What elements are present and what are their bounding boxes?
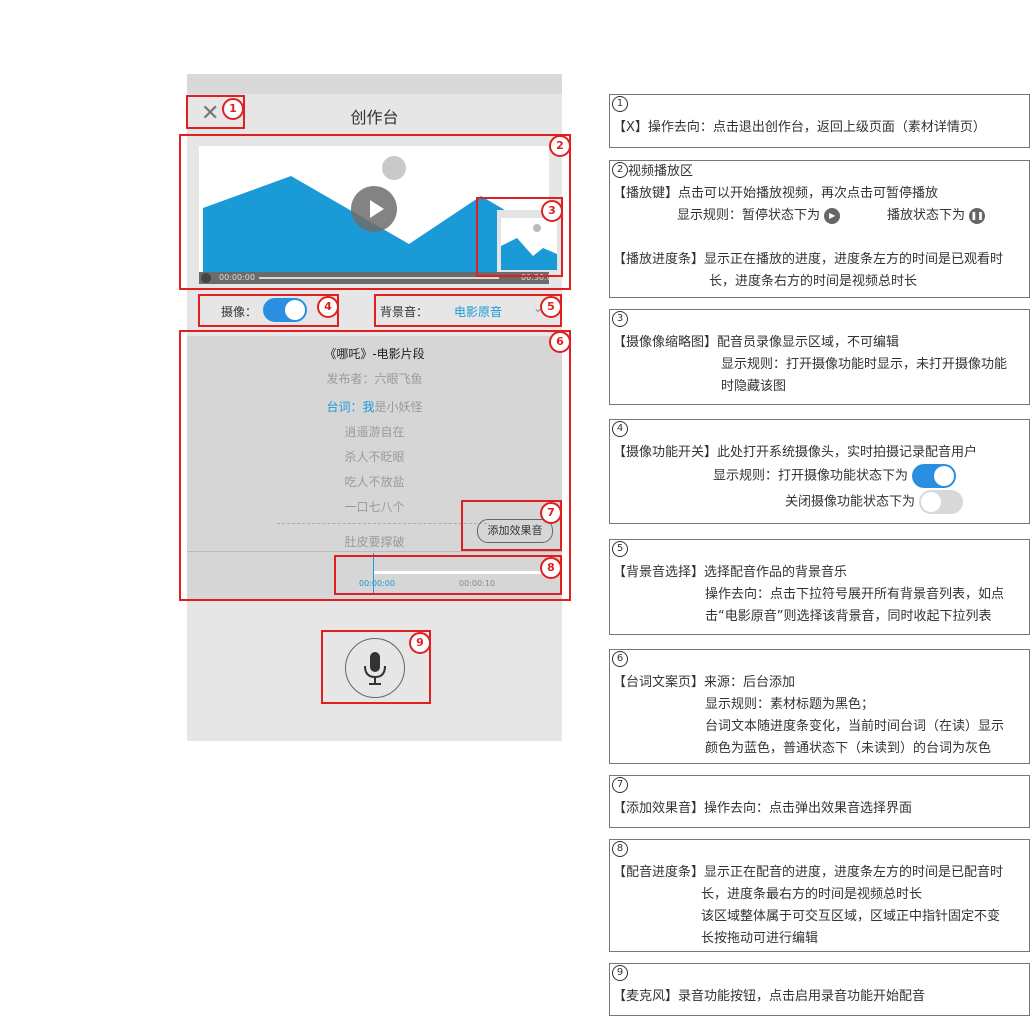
note-line: 播放状态下为 ❚❚ <box>887 207 986 224</box>
note-line: 【台词文案页】来源：后台添加 <box>613 675 796 690</box>
note-line: 【X】操作去向：点击退出创作台，返回上级页面（素材详情页） <box>613 120 986 135</box>
annotation-badge-7: 7 <box>540 502 562 524</box>
note-line: 【播放键】点击可以开始播放视频，再次点击可暂停播放 <box>613 186 939 201</box>
note-line: 显示规则：打开摄像功能时显示，未打开摄像功能 <box>721 357 1008 372</box>
note-line: 长按拖动可进行编辑 <box>701 931 819 946</box>
annotation-badge-8: 8 <box>540 557 562 579</box>
note-line: 操作去向：点击下拉符号展开所有背景音列表，如点 <box>705 587 1005 602</box>
annotation-badge-4: 4 <box>317 296 339 318</box>
note-line: 【摄像功能开关】此处打开系统摄像头，实时拍摄记录配音用户 <box>613 445 978 460</box>
note-line: 长，进度条最右方的时间是视频总时长 <box>701 887 923 902</box>
note-line: 【添加效果音】操作去向：点击弹出效果音选择界面 <box>613 801 913 816</box>
note-line: 时隐藏该图 <box>721 379 787 394</box>
annotation-badge-5: 5 <box>540 296 562 318</box>
note-1: 1 【X】操作去向：点击退出创作台，返回上级页面（素材详情页） <box>609 94 1030 148</box>
annotation-badge-2: 2 <box>549 135 571 157</box>
annotation-badge-1: 1 <box>222 98 244 120</box>
note-number: 9 <box>612 965 628 981</box>
note-number: 6 <box>612 651 628 667</box>
status-bar <box>187 74 562 94</box>
annotation-frame-5 <box>374 294 562 327</box>
note-line: 显示规则：打开摄像功能状态下为 <box>713 464 957 488</box>
note-line: 击“电影原音”则选择该背景音，同时收起下拉列表 <box>705 609 992 624</box>
note-2: 2 视频播放区 【播放键】点击可以开始播放视频，再次点击可暂停播放 显示规则：暂… <box>609 160 1030 298</box>
note-9: 9 【麦克风】录音功能按钮，点击启用录音功能开始配音 <box>609 963 1030 1016</box>
note-line: 显示规则：素材标题为黑色； <box>705 697 875 712</box>
note-line: 【播放进度条】显示正在播放的进度，进度条左方的时间是已观看时 <box>613 252 1004 267</box>
toggle-off-icon <box>919 490 964 514</box>
note-line: 【摄像像缩略图】配音员录像显示区域，不可编辑 <box>613 335 900 350</box>
pause-icon: ❚❚ <box>969 207 986 224</box>
note-number: 4 <box>612 421 628 437</box>
note-line: 颜色为蓝色，普通状态下（未读到）的台词为灰色 <box>705 741 992 756</box>
note-line: 显示规则：暂停状态下为 ▶ <box>677 205 841 227</box>
annotation-frame-8 <box>334 555 562 595</box>
note-4: 4 【摄像功能开关】此处打开系统摄像头，实时拍摄记录配音用户 显示规则：打开摄像… <box>609 419 1030 524</box>
note-line: 长，进度条右方的时间是视频总时长 <box>709 274 918 289</box>
annotation-badge-9: 9 <box>409 632 431 654</box>
note-6: 6 【台词文案页】来源：后台添加 显示规则：素材标题为黑色； 台词文本随进度条变… <box>609 649 1030 764</box>
note-8: 8 【配音进度条】显示正在配音的进度，进度条左方的时间是已配音时 长，进度条最右… <box>609 839 1030 952</box>
annotation-badge-6: 6 <box>549 331 571 353</box>
annotation-badge-3: 3 <box>541 200 563 222</box>
note-line: 该区域整体属于可交互区域，区域正中指针固定不变 <box>701 909 1001 924</box>
note-number: 1 <box>612 96 628 112</box>
note-7: 7 【添加效果音】操作去向：点击弹出效果音选择界面 <box>609 775 1030 828</box>
note-line: 【麦克风】录音功能按钮，点击启用录音功能开始配音 <box>613 989 926 1004</box>
note-line: 关闭摄像功能状态下为 <box>785 490 964 514</box>
note-3: 3 【摄像像缩略图】配音员录像显示区域，不可编辑 显示规则：打开摄像功能时显示，… <box>609 309 1030 405</box>
note-line: 台词文本随进度条变化，当前时间台词（在读）显示 <box>705 719 1005 734</box>
note-number: 8 <box>612 841 628 857</box>
note-number: 5 <box>612 541 628 557</box>
note-line: 【背景音选择】选择配音作品的背景音乐 <box>613 565 848 580</box>
note-number: 2 <box>612 162 628 178</box>
play-icon: ▶ <box>824 207 841 224</box>
note-heading: 视频播放区 <box>628 164 694 179</box>
toggle-on-icon <box>912 464 957 488</box>
note-5: 5 【背景音选择】选择配音作品的背景音乐 操作去向：点击下拉符号展开所有背景音列… <box>609 539 1030 635</box>
note-line: 【配音进度条】显示正在配音的进度，进度条左方的时间是已配音时 <box>613 865 1004 880</box>
note-number: 3 <box>612 311 628 327</box>
note-number: 7 <box>612 777 628 793</box>
